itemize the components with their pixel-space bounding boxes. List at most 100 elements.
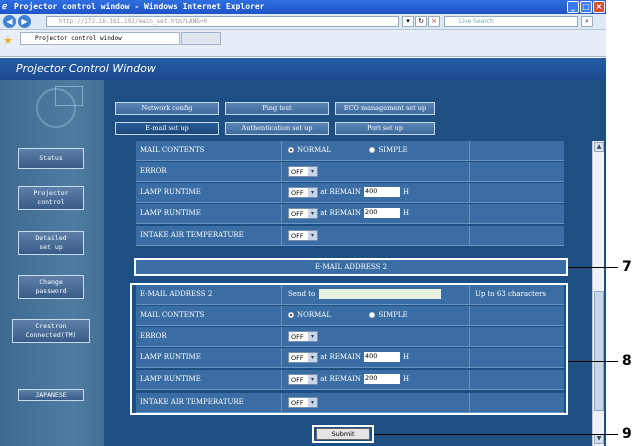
tab-authentication-setup[interactable]: Authentication set up [225, 122, 329, 135]
intake-select[interactable]: OFF ▾ [288, 229, 318, 241]
dropdown-icon[interactable]: ▾ [402, 16, 414, 27]
sidebar-item-status[interactable]: Status [18, 148, 84, 169]
scroll-thumb[interactable] [594, 291, 604, 411]
chevron-down-icon: ▾ [308, 397, 317, 407]
row-email-address-2: E-MAIL ADDRESS 2 Send to Up to 63 charac… [136, 285, 564, 305]
email-address-2-input[interactable] [319, 289, 442, 299]
radio-normal[interactable] [288, 147, 294, 153]
row-label: LAMP RUNTIME [140, 209, 201, 217]
tab-email-setup[interactable]: E-mail set up [115, 122, 219, 135]
remain-input[interactable]: 400 [363, 352, 400, 362]
intake-select[interactable]: OFF ▾ [288, 396, 318, 408]
screen-logo-icon [55, 86, 83, 106]
send-to-label: Send to [288, 290, 316, 298]
row-label: INTAKE AIR TEMPERATURE [140, 398, 244, 406]
remain-input[interactable]: 200 [363, 374, 400, 384]
search-icon[interactable]: ⌕ [581, 16, 593, 27]
lamp-select[interactable]: OFF ▾ [288, 351, 318, 363]
error-select[interactable]: OFF ▾ [288, 330, 318, 342]
unit: H [402, 375, 410, 383]
row-label: ERROR [140, 167, 167, 175]
address-bar: ◀ ▶ http://172.16.161.192/main_set.htm?L… [0, 14, 606, 30]
radio-normal-label: NORMAL [297, 311, 332, 319]
row-label: E-MAIL ADDRESS 2 [140, 290, 213, 298]
sidebar-item-detailed-setup[interactable]: Detailed set up [18, 231, 84, 255]
radio-simple-label: SIMPLE [378, 311, 408, 319]
callout-line-9 [374, 434, 618, 435]
lamp-select[interactable]: OFF ▾ [288, 207, 318, 219]
scroll-down-icon[interactable]: ▼ [594, 434, 604, 444]
remain-prefix: at REMAIN [320, 353, 361, 361]
sidebar-item-projector-control[interactable]: Projector control [18, 186, 84, 210]
sidebar-item-japanese[interactable]: JAPANESE [18, 389, 84, 401]
row-lamp-runtime-1b: LAMP RUNTIME OFF ▾ at REMAIN 200 H [136, 204, 564, 224]
remain-input[interactable]: 200 [363, 208, 400, 218]
search-input[interactable]: Live Search [444, 16, 578, 27]
row-lamp-runtime-2a: LAMP RUNTIME OFF ▾ at REMAIN 400 H [136, 348, 564, 368]
remain-input[interactable]: 400 [363, 187, 400, 197]
forward-button[interactable]: ▶ [18, 15, 31, 28]
tab-eco-management[interactable]: ECO management set up [335, 102, 435, 115]
sidebar-item-crestron[interactable]: Crestron Connected(TM) [12, 319, 90, 343]
chevron-down-icon: ▾ [308, 352, 317, 362]
tab-network-config[interactable]: Network config [115, 102, 219, 115]
radio-simple[interactable] [369, 147, 376, 153]
remain-prefix: at REMAIN [320, 375, 361, 383]
row-label: INTAKE AIR TEMPERATURE [140, 231, 244, 239]
row-label: MAIL CONTENTS [140, 146, 205, 154]
radio-simple-label: SIMPLE [378, 146, 408, 154]
back-button[interactable]: ◀ [3, 15, 16, 28]
window-titlebar: ℯ Projector control window - Windows Int… [0, 0, 606, 14]
callout-8: 8 [622, 353, 632, 369]
row-label: LAMP RUNTIME [140, 353, 201, 361]
unit: H [402, 188, 410, 196]
callout-9: 9 [622, 426, 632, 442]
row-label: LAMP RUNTIME [140, 188, 201, 196]
error-select[interactable]: OFF ▾ [288, 165, 318, 177]
scroll-up-icon[interactable]: ▲ [594, 142, 604, 152]
page: ℯ Projector control window - Windows Int… [0, 0, 635, 446]
new-tab-button[interactable] [181, 32, 221, 45]
browser-tab[interactable]: Projector control window [20, 32, 180, 45]
window-title: Projector control window - Windows Inter… [14, 2, 265, 11]
chevron-down-icon: ▾ [308, 208, 317, 218]
radio-simple[interactable] [369, 312, 376, 318]
url-input[interactable]: http://172.16.161.192/main_set.htm?LANG=… [46, 16, 399, 27]
submit-button[interactable]: Submit [316, 428, 370, 440]
browser-tab-label: Projector control window [35, 35, 122, 42]
callout-line-7 [568, 267, 618, 268]
radio-normal[interactable] [288, 312, 294, 318]
tab-port-setup[interactable]: Port set up [335, 122, 435, 135]
row-label: MAIL CONTENTS [140, 311, 205, 319]
select-value: OFF [291, 188, 304, 197]
close-button[interactable]: × [593, 1, 605, 13]
favorites-star-icon[interactable]: ★ [3, 34, 13, 47]
minimize-button[interactable]: _ [567, 1, 579, 13]
tab-ping-test[interactable]: Ping test [225, 102, 329, 115]
chevron-down-icon: ▾ [308, 374, 317, 384]
row-mail-contents-1: MAIL CONTENTS NORMAL SIMPLE [136, 141, 564, 161]
unit: H [402, 353, 410, 361]
select-value: OFF [291, 332, 304, 341]
char-limit-hint: Up to 63 characters [469, 285, 564, 304]
lamp-select[interactable]: OFF ▾ [288, 186, 318, 198]
scrollbar[interactable]: ▲ ▼ [592, 141, 604, 446]
lamp-select[interactable]: OFF ▾ [288, 373, 318, 385]
row-error-1: ERROR OFF ▾ [136, 162, 564, 182]
row-label: LAMP RUNTIME [140, 375, 201, 383]
select-value: OFF [291, 398, 304, 407]
chevron-down-icon: ▾ [308, 166, 317, 176]
mail-contents-radios: NORMAL SIMPLE [281, 141, 467, 160]
maximize-button[interactable]: □ [580, 1, 592, 13]
refresh-icon[interactable]: ↻ [415, 16, 427, 27]
chevron-down-icon: ▾ [308, 331, 317, 341]
unit: H [402, 209, 410, 217]
row-lamp-runtime-1a: LAMP RUNTIME OFF ▾ at REMAIN 400 H [136, 183, 564, 203]
stop-icon[interactable]: × [428, 16, 440, 27]
row-error-2: ERROR OFF ▾ [136, 327, 564, 347]
row-intake-air-2: INTAKE AIR TEMPERATURE OFF ▾ [136, 393, 564, 413]
row-lamp-runtime-2b: LAMP RUNTIME OFF ▾ at REMAIN 200 H [136, 370, 564, 390]
sidebar-item-change-password[interactable]: Change password [18, 275, 84, 299]
select-value: OFF [291, 231, 304, 240]
ie-icon: ℯ [2, 2, 8, 12]
